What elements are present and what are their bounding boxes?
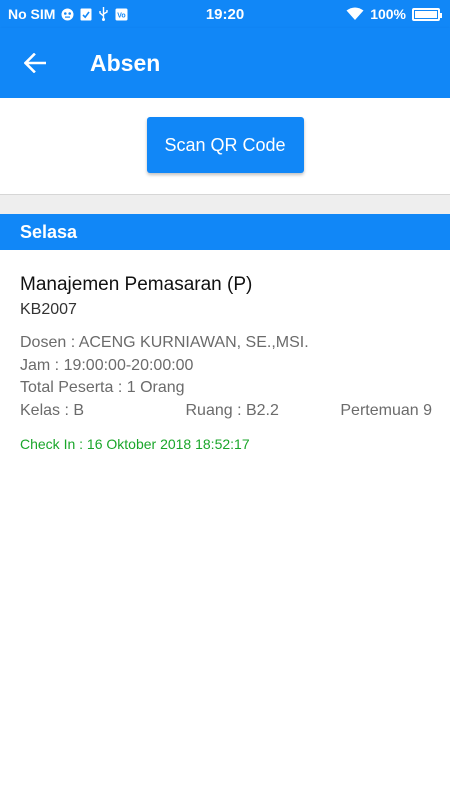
page-title: Absen (90, 49, 161, 76)
back-button[interactable] (0, 28, 70, 98)
vpn-icon: Vo (115, 8, 128, 21)
section-divider (0, 194, 450, 214)
battery-fill (415, 10, 437, 18)
room-text: Ruang : B2.2 (185, 401, 279, 419)
battery-percent: 100% (370, 6, 406, 22)
participants-text: Total Peserta : 1 Orang (20, 379, 185, 396)
check-icon (79, 8, 92, 21)
notification-icons: Vo (61, 7, 128, 21)
checkin-status: Check In : 16 Oktober 2018 18:52:17 (20, 436, 250, 452)
time-text: Jam : 19:00:00-20:00:00 (20, 356, 194, 374)
battery-icon (412, 7, 442, 21)
status-left: No SIM Vo (8, 6, 128, 22)
lecturer-text: Dosen : ACENG KURNIAWAN, SE.,MSI. (20, 334, 309, 351)
carrier-label: No SIM (8, 6, 56, 22)
course-details: Dosen : ACENG KURNIAWAN, SE.,MSI. Jam : … (20, 332, 432, 422)
course-code: KB2007 (20, 301, 77, 318)
scan-area: Scan QR Code (0, 98, 450, 194)
status-right: 100% (346, 6, 442, 22)
scan-qr-code-button[interactable]: Scan QR Code (146, 117, 304, 173)
svg-text:Vo: Vo (118, 12, 126, 19)
class-room-row: Kelas : B Ruang : B2.2 Pertemuan 9 (20, 400, 432, 423)
wifi-icon (346, 7, 364, 21)
usb-icon (97, 7, 110, 21)
day-label: Selasa (20, 221, 78, 242)
arrow-left-icon (24, 53, 46, 73)
course-card[interactable]: Manajemen Pemasaran (P) KB2007 Dosen : A… (20, 272, 432, 452)
course-name: Manajemen Pemasaran (P) (20, 274, 253, 295)
clock: 19:20 (205, 5, 245, 23)
ghost-icon (61, 8, 74, 21)
app-bar: Absen (0, 28, 450, 98)
status-bar: No SIM Vo 19:20 100% (0, 0, 450, 28)
class-text: Kelas : B (20, 401, 85, 419)
day-header: Selasa (0, 214, 450, 250)
meeting-text: Pertemuan 9 (340, 401, 432, 419)
